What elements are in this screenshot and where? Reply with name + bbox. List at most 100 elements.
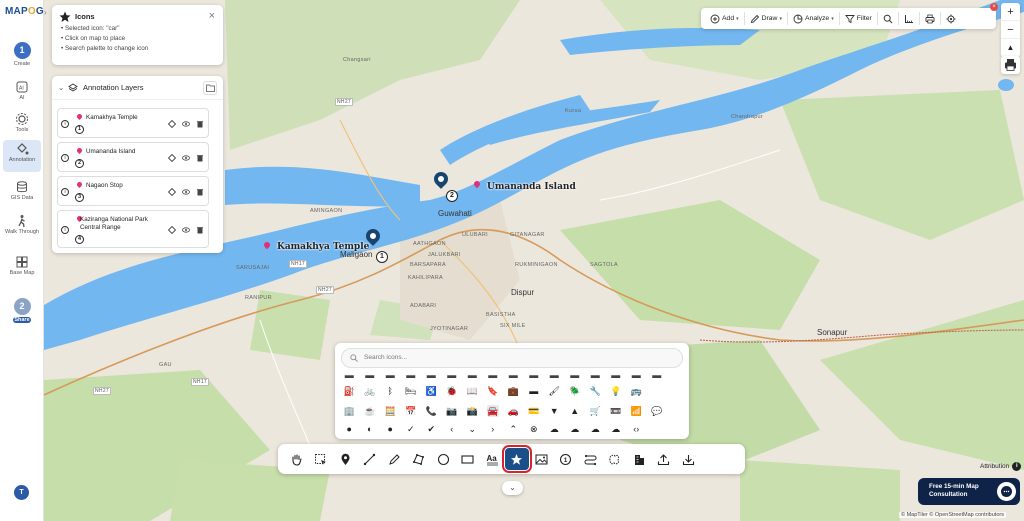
locate-icon[interactable] (168, 226, 176, 234)
bicycle-icon[interactable]: 🚲 (364, 385, 377, 398)
palette-icon[interactable]: ▬ (446, 369, 459, 382)
circle-half-icon[interactable]: ◐ (364, 423, 377, 436)
icon-tool-button[interactable] (502, 445, 532, 473)
bug-icon[interactable]: 🐞 (446, 385, 459, 398)
freehand-area-tool-button[interactable] (603, 448, 627, 470)
calendar-icon[interactable]: 📅 (405, 405, 418, 418)
palette-icon[interactable]: ▬ (487, 369, 500, 382)
route-marker[interactable]: 1 (376, 251, 388, 263)
close-icon[interactable]: × (209, 10, 215, 22)
cassette-icon[interactable]: 📼 (610, 405, 623, 418)
trash-icon[interactable] (196, 120, 204, 128)
attribution-toggle[interactable]: Attribution i (980, 462, 1022, 471)
print-button[interactable] (1001, 56, 1020, 74)
cup-icon[interactable]: ☕ (364, 405, 377, 418)
rail-item-gis-data[interactable]: GIS Data (3, 178, 41, 204)
locate-icon[interactable] (168, 188, 176, 196)
select-tool-button[interactable] (309, 448, 333, 470)
app-logo[interactable]: MAPOG (5, 6, 44, 17)
car-icon[interactable]: 🚗 (507, 405, 520, 418)
briefcase-icon[interactable]: 💼 (507, 385, 520, 398)
trash-icon[interactable] (196, 226, 204, 234)
layer-visibility-toggle[interactable]: i (61, 154, 69, 162)
map-annotation-label[interactable]: Kamakhya Temple (277, 242, 369, 252)
caret-down-icon[interactable]: ▼ (548, 405, 561, 418)
credit-card-icon[interactable]: 💳 (528, 405, 541, 418)
chat-icon[interactable]: 💬 (651, 405, 664, 418)
layer-visibility-toggle[interactable]: i (61, 226, 69, 234)
cloud-alt-icon[interactable]: ☁ (569, 423, 582, 436)
zoom-in-button[interactable]: + (1001, 3, 1020, 21)
trash-icon[interactable] (196, 188, 204, 196)
measure-button[interactable] (899, 8, 919, 29)
palette-icon[interactable]: ▬ (589, 369, 602, 382)
code-icon[interactable]: ‹› (630, 423, 643, 436)
camera-icon[interactable]: 📷 (446, 405, 459, 418)
trash-icon[interactable] (196, 154, 204, 162)
eye-icon[interactable] (182, 226, 190, 234)
zoom-out-button[interactable]: − (1001, 21, 1020, 39)
map-credits[interactable]: © MapTiler © OpenStreetMap contributors (899, 512, 1006, 518)
layer-row[interactable]: i Kamakhya Temple 1 (57, 108, 209, 138)
locate-me-button[interactable] (941, 8, 961, 29)
car-front-icon[interactable]: 🚘 (486, 404, 499, 418)
layer-visibility-toggle[interactable]: i (61, 120, 69, 128)
pan-tool-button[interactable] (285, 448, 309, 470)
rail-item-create[interactable]: 1 Create (3, 40, 41, 70)
chevron-down-icon[interactable]: ⌄ (58, 83, 66, 92)
palette-icon[interactable]: ▬ (630, 369, 643, 382)
circle-icon[interactable]: ● (384, 423, 397, 436)
palette-icon[interactable]: ▬ (405, 369, 418, 382)
eye-icon[interactable] (182, 154, 190, 162)
palette-icon[interactable]: ▬ (466, 369, 479, 382)
palette-icon[interactable]: ▬ (507, 369, 520, 382)
route-marker[interactable]: 2 (446, 190, 458, 202)
accessibility-icon[interactable]: ♿ (425, 385, 438, 398)
bulb-icon[interactable]: 💡 (610, 385, 623, 398)
marker-tool-button[interactable] (334, 448, 358, 470)
palette-icon[interactable]: ▬ (548, 369, 561, 382)
rail-item-tools[interactable]: Tools (3, 110, 41, 136)
print-top-button[interactable] (920, 8, 940, 29)
card-icon[interactable]: ▬ (528, 385, 541, 398)
cloud-upload-icon[interactable]: ☁ (589, 423, 602, 436)
palette-icon[interactable]: ▬ (384, 369, 397, 382)
layer-visibility-toggle[interactable]: i (61, 188, 69, 196)
palette-icon[interactable]: ▬ (528, 369, 541, 382)
rail-item-base-map[interactable]: Base Map (3, 253, 41, 279)
check-circle-icon[interactable]: ✔ (425, 423, 438, 436)
collapse-chevron-icon[interactable]: › (44, 8, 52, 20)
search-button[interactable] (878, 8, 898, 29)
map-annotation-label[interactable]: Umananda Island (487, 182, 576, 192)
brush-icon[interactable]: 🖌 (548, 385, 561, 398)
folder-button[interactable] (203, 80, 217, 95)
icon-search-input[interactable]: Search icons... (341, 348, 683, 368)
compass-button[interactable]: ▲ (1001, 39, 1020, 57)
check-icon[interactable]: ✓ (405, 423, 418, 436)
chevron-down-icon[interactable]: ⌄ (466, 423, 479, 436)
locate-icon[interactable] (168, 154, 176, 162)
eye-icon[interactable] (182, 120, 190, 128)
gas-pump-icon[interactable]: ⛽ (343, 385, 356, 398)
camera-alt-icon[interactable]: 📸 (466, 405, 479, 418)
close-icon[interactable]: × (990, 3, 998, 11)
download-button[interactable] (677, 448, 701, 470)
rail-item-walk-through[interactable]: Walk Through (3, 212, 41, 246)
image-tool-button[interactable] (530, 448, 554, 470)
pen-tool-button[interactable] (383, 448, 407, 470)
palette-icon[interactable]: ▬ (343, 369, 356, 382)
cart-icon[interactable]: 🛒 (589, 405, 602, 418)
chevron-left-icon[interactable]: ‹ (446, 423, 459, 436)
phone-icon[interactable]: 📞 (425, 405, 438, 418)
text-tool-button[interactable]: Aa (481, 448, 505, 470)
layer-row[interactable]: i Umananda Island 2 (57, 142, 209, 172)
polygon-tool-button[interactable] (407, 448, 431, 470)
calculator-icon[interactable]: 🧮 (384, 405, 397, 418)
palette-icon[interactable]: ▬ (425, 369, 438, 382)
signal-bars-icon[interactable]: 📶 (630, 405, 643, 418)
upload-button[interactable] (652, 448, 676, 470)
user-avatar[interactable]: T (14, 485, 29, 500)
palette-icon[interactable]: ▬ (364, 369, 377, 382)
rail-item-ai[interactable]: AI AI (3, 78, 41, 104)
bed-icon[interactable]: 🛏 (405, 385, 418, 398)
